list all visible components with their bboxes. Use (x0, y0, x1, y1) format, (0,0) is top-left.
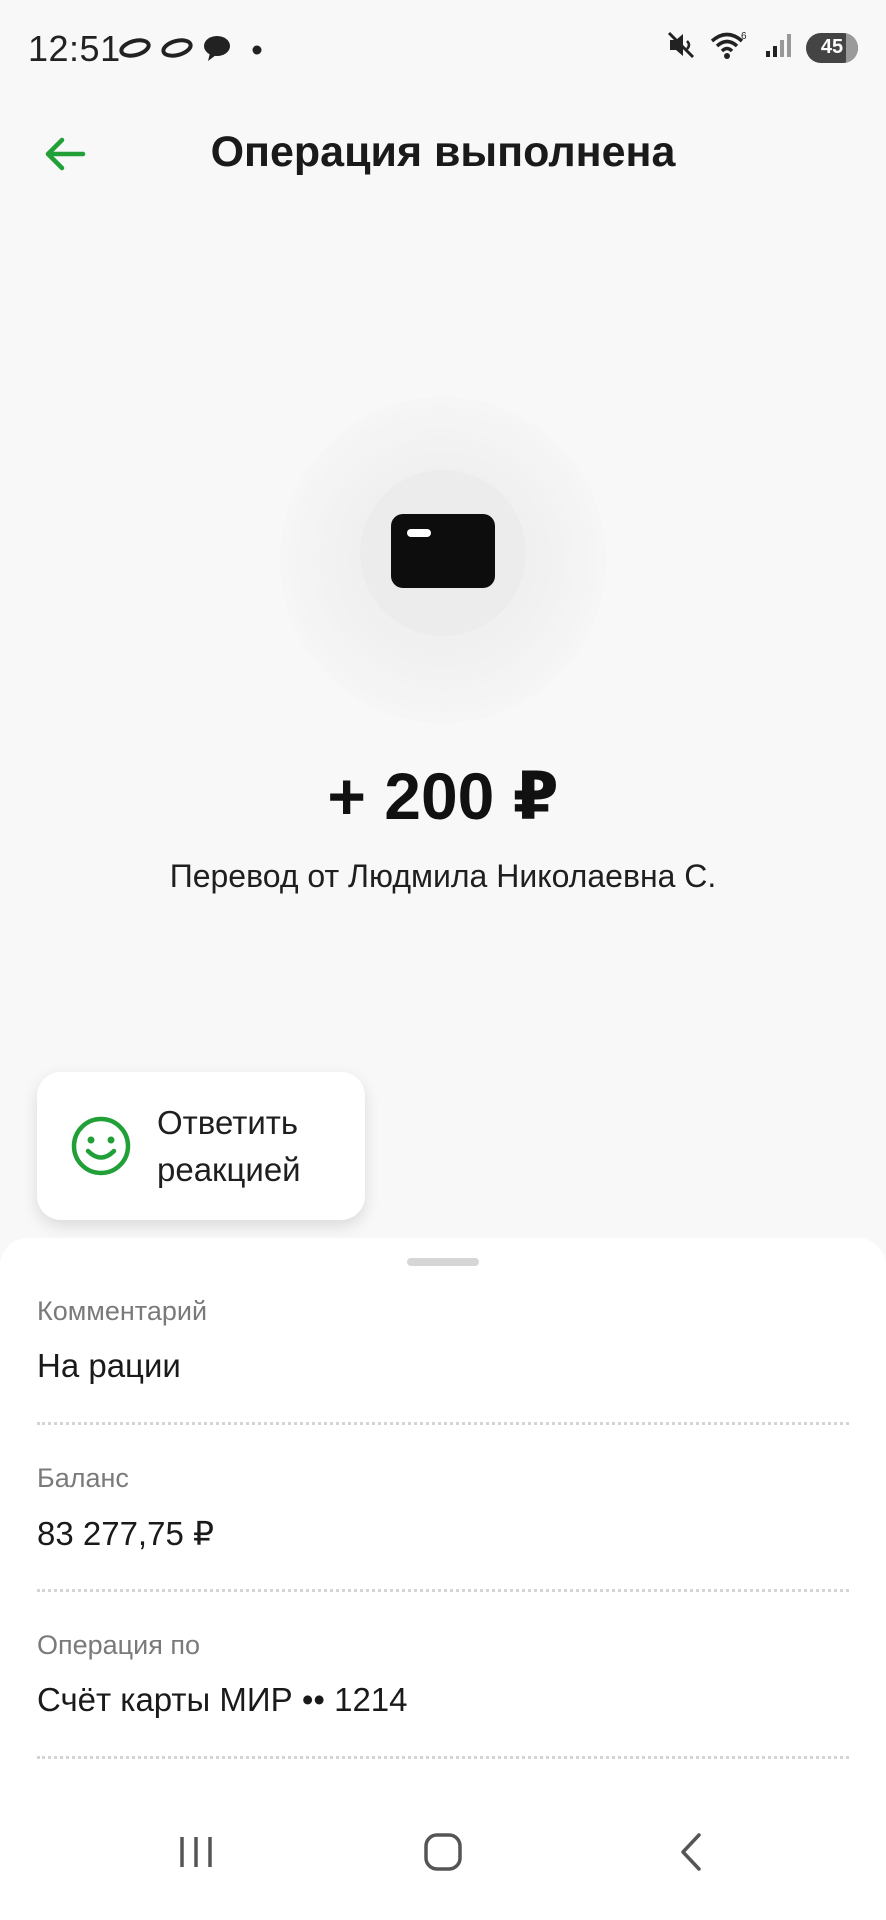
details-sheet: Комментарий На рации Баланс 83 277,75 ₽ … (0, 1238, 886, 1788)
operation-icon-circle (360, 470, 526, 636)
detail-value: На рации (37, 1347, 181, 1384)
link-icon (118, 37, 152, 64)
reply-reaction-label: Ответить реакцией (157, 1104, 301, 1188)
svg-text:6: 6 (741, 31, 747, 42)
card-icon (391, 513, 495, 593)
mute-vibrate-icon (666, 30, 696, 65)
system-nav-bar (0, 1788, 886, 1920)
header: Операция выполнена (0, 110, 886, 194)
divider (37, 1422, 849, 1425)
detail-value: Счёт карты МИР •• 1214 (37, 1681, 408, 1718)
detail-label: Баланс (37, 1463, 129, 1493)
page-title: Операция выполнена (210, 128, 676, 176)
detail-label: Операция по (37, 1630, 200, 1660)
battery-icon: 45 (806, 32, 858, 63)
status-left-icons (118, 34, 262, 67)
detail-operation-account: Операция по Счёт карты МИР •• 1214 (37, 1630, 849, 1719)
recent-apps-button[interactable] (156, 1824, 236, 1884)
reply-reaction-button[interactable]: Ответить реакцией (37, 1072, 365, 1220)
status-time: 12:51 (28, 28, 121, 69)
smiley-icon (69, 1114, 133, 1178)
divider (37, 1589, 849, 1592)
chat-bubble-icon (202, 34, 232, 67)
battery-level: 45 (820, 36, 844, 58)
divider (37, 1756, 849, 1759)
detail-value: 83 277,75 ₽ (37, 1515, 214, 1552)
operation-amount: + 200 ₽ (327, 759, 559, 833)
wifi-6-icon: 6 (710, 30, 750, 65)
back-chevron-icon (677, 1832, 705, 1877)
operation-description: Перевод от Людмила Николаевна С. (169, 858, 717, 894)
status-right-icons: 6 45 (666, 30, 858, 65)
dot-icon (252, 42, 262, 60)
detail-label: Комментарий (37, 1296, 208, 1326)
detail-balance: Баланс 83 277,75 ₽ (37, 1463, 849, 1553)
system-back-button[interactable] (651, 1824, 731, 1884)
recent-apps-icon (176, 1834, 216, 1875)
status-bar: 12:51 6 45 (0, 0, 886, 100)
signal-icon (764, 31, 792, 64)
detail-comment: Комментарий На рации (37, 1296, 849, 1385)
home-icon (423, 1832, 463, 1877)
link-icon (160, 37, 194, 64)
home-button[interactable] (403, 1824, 483, 1884)
sheet-drag-handle[interactable] (407, 1258, 479, 1266)
